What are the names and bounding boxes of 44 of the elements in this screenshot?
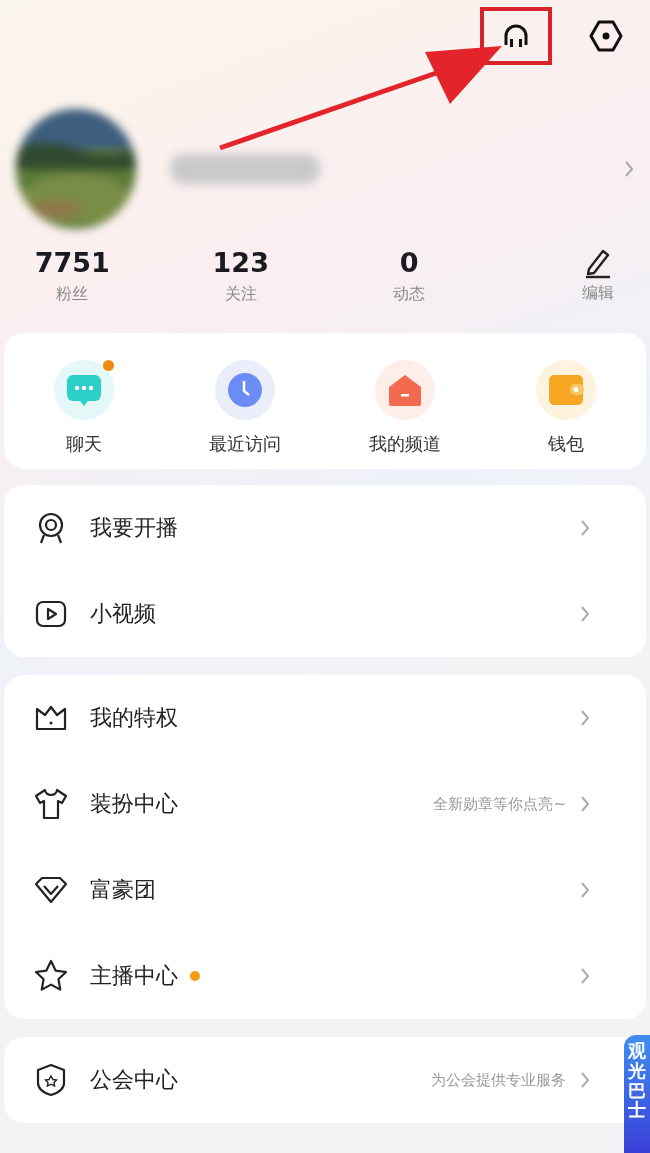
wallet-icon — [547, 374, 584, 406]
chevron-icon — [624, 159, 634, 178]
menu-row[interactable]: 主播中心 — [4, 933, 626, 1019]
menu-label: 小视频 — [90, 600, 156, 628]
star-icon — [34, 959, 68, 993]
shield-icon — [34, 1063, 68, 1097]
menu-label: 装扮中心 — [90, 790, 178, 818]
chevron-icon — [580, 709, 590, 727]
chevron-icon — [580, 605, 590, 623]
stat-value: 7751 — [34, 247, 110, 278]
shirt-icon — [34, 787, 68, 821]
chevron-icon — [580, 795, 590, 813]
stat-label: 关注 — [224, 284, 257, 305]
chevron-icon — [580, 519, 590, 537]
stat-label: 动态 — [393, 284, 426, 305]
stat-label: 粉丝 — [56, 284, 89, 305]
menu-label: 富豪团 — [90, 876, 156, 904]
chat-icon — [66, 373, 103, 407]
menu-label: 公会中心 — [90, 1066, 178, 1094]
menu-row[interactable]: 小视频 — [4, 571, 626, 657]
stat-value: 0 — [399, 247, 419, 278]
menu-row[interactable]: 公会中心 为公会提供专业服务 — [4, 1037, 626, 1123]
shortcut-button[interactable]: 最近访问 — [164, 359, 325, 457]
menu-label: 主播中心 — [90, 962, 178, 990]
shortcut-button[interactable]: 钱包 — [485, 359, 646, 457]
clock-icon — [226, 372, 263, 408]
shortcut-button[interactable]: 我的频道 — [325, 359, 486, 457]
stat-value: 123 — [212, 247, 269, 278]
house-icon — [388, 374, 423, 406]
chevron-icon — [580, 967, 590, 985]
menu-row[interactable]: 我的特权 — [4, 675, 626, 761]
menu-hint: 为公会提供专业服务 — [431, 1070, 566, 1090]
menu-hint: 全新勋章等你点亮~ — [433, 794, 566, 814]
banner-text: 观光巴士 — [628, 1041, 646, 1121]
menu-row[interactable]: 我要开播 — [4, 485, 626, 571]
menu-row[interactable]: 装扮中心 全新勋章等你点亮~ — [4, 761, 626, 847]
menu-label: 我要开播 — [90, 514, 178, 542]
menu-row[interactable]: 富豪团 — [4, 847, 626, 933]
shortcut-button[interactable]: 聊天 — [4, 359, 165, 457]
floating-banner[interactable]: 观光巴士 — [624, 1035, 650, 1153]
settings-icon — [589, 19, 623, 53]
menu-label: 我的特权 — [90, 704, 178, 732]
chevron-icon — [580, 881, 590, 899]
chevron-icon — [580, 1071, 590, 1089]
